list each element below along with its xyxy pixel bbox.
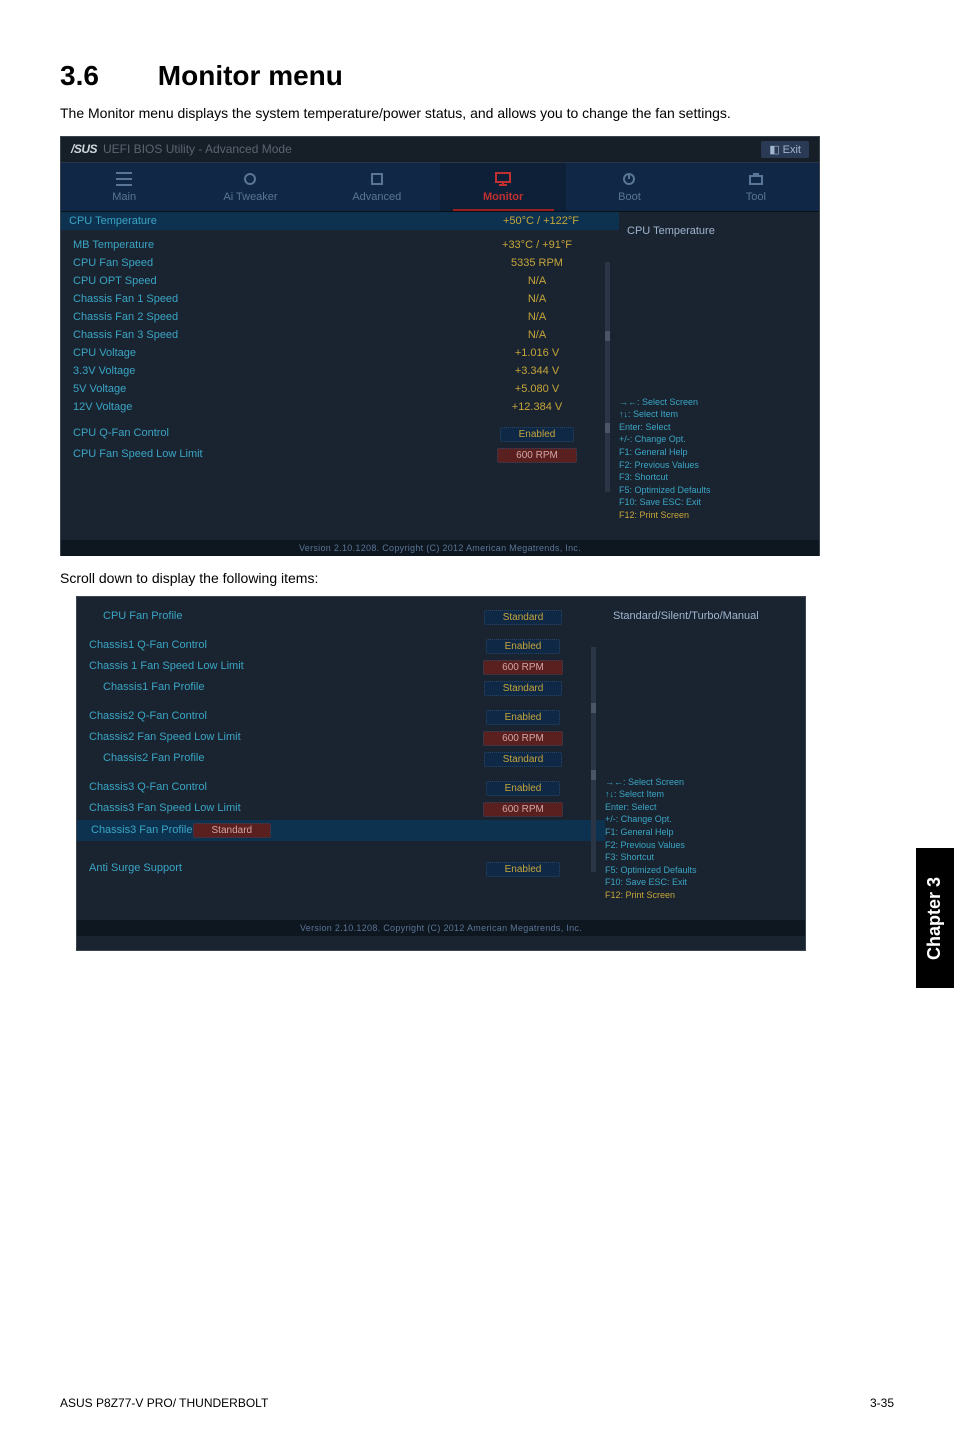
section-heading: 3.6 Monitor menu — [60, 60, 894, 92]
help-keys: →←: Select Screen↑↓: Select ItemEnter: S… — [619, 396, 807, 522]
right-info-header: CPU Temperature — [619, 222, 807, 240]
bios-screenshot-2: CPU Fan ProfileStandard Chassis1 Q-Fan C… — [76, 596, 806, 951]
cpu-temp-value: +50°C / +122°F — [471, 215, 611, 227]
exit-icon: ◧ — [769, 144, 782, 156]
list-icon — [114, 171, 134, 187]
bios-panel-2: CPU Fan ProfileStandard Chassis1 Q-Fan C… — [77, 597, 805, 920]
cpu-qfan-row[interactable]: CPU Q-Fan ControlEnabled — [73, 424, 607, 445]
cpu-temp-header[interactable]: CPU Temperature +50°C / +122°F — [61, 212, 619, 230]
status-row: Chassis Fan 2 SpeedN/A — [73, 308, 607, 326]
wrench-icon — [240, 171, 260, 187]
scroll-down-text: Scroll down to display the following ite… — [60, 570, 894, 586]
profile-info-text: Standard/Silent/Turbo/Manual — [605, 607, 793, 625]
chassis-profile-row[interactable]: Chassis1 Fan ProfileStandard — [89, 678, 593, 699]
chapter-tab: Chapter 3 — [916, 848, 954, 988]
status-row: 12V Voltage+12.384 V — [73, 398, 607, 416]
page-footer: ASUS P8Z77-V PRO/ THUNDERBOLT 3-35 — [60, 1396, 894, 1410]
chassis-qfan-row[interactable]: Chassis2 Q-Fan ControlEnabled — [89, 707, 593, 728]
status-row: Chassis Fan 3 SpeedN/A — [73, 326, 607, 344]
status-row: MB Temperature+33°C / +91°F — [73, 236, 607, 254]
bios-copyright: Version 2.10.1208. Copyright (C) 2012 Am… — [61, 540, 819, 556]
bios-right-column: CPU Temperature →←: Select Screen↑↓: Sel… — [607, 222, 807, 532]
bios-tabs: Main Ai Tweaker Advanced Monitor Boot To… — [61, 162, 819, 212]
chassis-lowlimit-row[interactable]: Chassis3 Fan Speed Low Limit600 RPM — [89, 799, 593, 820]
cpu-fan-lowlimit-row[interactable]: CPU Fan Speed Low Limit600 RPM — [73, 445, 607, 466]
chassis-lowlimit-row[interactable]: Chassis 1 Fan Speed Low Limit600 RPM — [89, 657, 593, 678]
tab-monitor[interactable]: Monitor — [440, 163, 566, 211]
status-row: Chassis Fan 1 SpeedN/A — [73, 290, 607, 308]
bios2-left-column: CPU Fan ProfileStandard Chassis1 Q-Fan C… — [89, 607, 593, 912]
scrollbar-2[interactable] — [591, 647, 596, 872]
bios-screenshot-1: /SUS UEFI BIOS Utility - Advanced Mode ◧… — [60, 136, 820, 556]
exit-button[interactable]: ◧ Exit — [761, 141, 809, 158]
qfan-value: Enabled — [500, 427, 575, 442]
power-icon — [619, 171, 639, 187]
chassis-profile-row[interactable]: Chassis3 Fan ProfileStandard — [77, 820, 605, 841]
anti-surge-row[interactable]: Anti Surge SupportEnabled — [89, 859, 593, 880]
tab-tool[interactable]: Tool — [693, 163, 819, 211]
chassis-qfan-row[interactable]: Chassis1 Q-Fan ControlEnabled — [89, 636, 593, 657]
cpu-fan-profile-row[interactable]: CPU Fan ProfileStandard — [89, 607, 593, 628]
bios2-right-column: Standard/Silent/Turbo/Manual →←: Select … — [593, 607, 793, 912]
status-row: CPU Voltage+1.016 V — [73, 344, 607, 362]
tab-ai-tweaker[interactable]: Ai Tweaker — [187, 163, 313, 211]
lowlimit-value: 600 RPM — [497, 448, 577, 463]
status-row: 5V Voltage+5.080 V — [73, 380, 607, 398]
page: 3.6 Monitor menu The Monitor menu displa… — [0, 0, 954, 1438]
status-row: CPU OPT SpeedN/A — [73, 272, 607, 290]
footer-page-number: 3-35 — [870, 1396, 894, 1410]
help-keys-2: →←: Select Screen↑↓: Select ItemEnter: S… — [605, 776, 793, 902]
footer-product: ASUS P8Z77-V PRO/ THUNDERBOLT — [60, 1396, 268, 1410]
chip-icon — [367, 171, 387, 187]
chassis-qfan-row[interactable]: Chassis3 Q-Fan ControlEnabled — [89, 778, 593, 799]
bios-copyright-2: Version 2.10.1208. Copyright (C) 2012 Am… — [77, 920, 805, 936]
tab-main[interactable]: Main — [61, 163, 187, 211]
intro-text: The Monitor menu displays the system tem… — [60, 104, 894, 124]
section-number: 3.6 — [60, 60, 150, 92]
tab-advanced[interactable]: Advanced — [314, 163, 440, 211]
monitor-icon — [493, 171, 513, 187]
bios-title-text: UEFI BIOS Utility - Advanced Mode — [103, 142, 292, 156]
chassis-profile-row[interactable]: Chassis2 Fan ProfileStandard — [89, 749, 593, 770]
bios-panel: CPU Temperature +50°C / +122°F MB Temper… — [61, 212, 819, 540]
status-row: 3.3V Voltage+3.344 V — [73, 362, 607, 380]
asus-logo: /SUS — [71, 142, 97, 156]
bios-left-column: CPU Temperature +50°C / +122°F MB Temper… — [73, 222, 607, 532]
status-row: CPU Fan Speed5335 RPM — [73, 254, 607, 272]
chassis-lowlimit-row[interactable]: Chassis2 Fan Speed Low Limit600 RPM — [89, 728, 593, 749]
bios-titlebar: /SUS UEFI BIOS Utility - Advanced Mode ◧… — [61, 137, 819, 162]
section-title: Monitor menu — [158, 60, 343, 91]
tab-boot[interactable]: Boot — [566, 163, 692, 211]
scrollbar[interactable] — [605, 262, 610, 492]
toolbox-icon — [746, 171, 766, 187]
